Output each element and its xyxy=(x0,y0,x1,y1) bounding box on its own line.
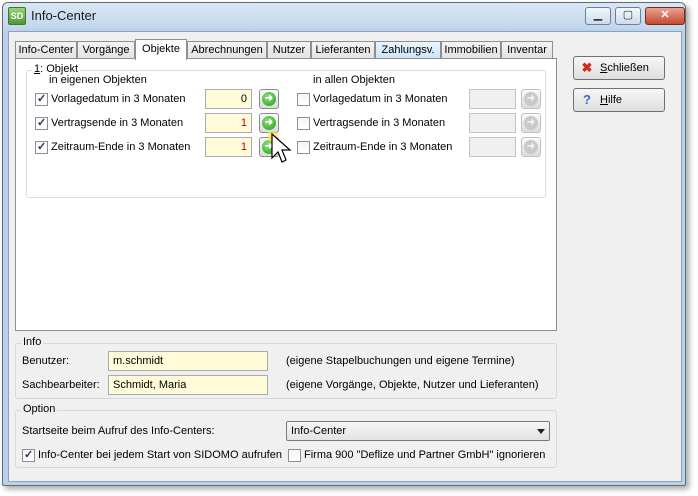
all-zeitraum-ende-go-button[interactable]: ➜ xyxy=(521,137,541,157)
own-zeitraum-ende-checkbox[interactable] xyxy=(35,140,48,154)
help-button-label: ilfe xyxy=(607,94,623,106)
all-vorlagedatum-count xyxy=(469,89,516,109)
option-group-title: Option xyxy=(21,403,58,415)
start-page-label: Startseite beim Aufruf des Info-Centers: xyxy=(22,425,215,437)
arrow-right-icon: ➜ xyxy=(524,140,538,154)
tab-nutzer[interactable]: Nutzer xyxy=(267,41,311,59)
own-vorlagedatum-count: 0 xyxy=(205,89,252,109)
chevron-down-icon xyxy=(537,429,545,434)
arrow-right-icon: ➜ xyxy=(262,92,276,106)
help-button-mnemonic: H xyxy=(600,94,608,106)
help-button[interactable]: ? Hilfe xyxy=(573,88,665,112)
all-vorlagedatum-go-button[interactable]: ➜ xyxy=(521,89,541,109)
tab-zahlungsv[interactable]: Zahlungsv. xyxy=(375,41,441,59)
close-window-button[interactable]: ✕ xyxy=(645,7,685,25)
open-each-start-label: Info-Center bei jedem Start von SIDOMO a… xyxy=(38,449,282,461)
red-x-icon: ✖ xyxy=(581,60,593,75)
clerk-note: (eigene Vorgänge, Objekte, Nutzer und Li… xyxy=(286,379,539,391)
own-vorlagedatum-go-button[interactable]: ➜ xyxy=(259,89,279,109)
own-vertragsende-checkbox[interactable] xyxy=(35,116,48,130)
all-objects-heading: in allen Objekten xyxy=(313,74,395,86)
all-vertragsende-count xyxy=(469,113,516,133)
close-button-label: chließen xyxy=(607,62,649,74)
open-each-start-checkbox[interactable] xyxy=(22,448,35,462)
maximize-icon: ▢ xyxy=(622,9,634,21)
info-center-window: SD Info-Center ▁ ▢ ✕ Info-Center Vorgäng… xyxy=(2,2,686,486)
own-objects-heading: in eigenen Objekten xyxy=(49,74,147,86)
own-vertragsende-go-button[interactable]: ➜ xyxy=(259,113,279,133)
tab-abrechnungen[interactable]: Abrechnungen xyxy=(187,41,267,59)
all-zeitraum-ende-count xyxy=(469,137,516,157)
all-vorlagedatum-checkbox[interactable] xyxy=(297,93,310,106)
question-mark-icon: ? xyxy=(583,92,591,107)
clerk-field[interactable]: Schmidt, Maria xyxy=(108,375,268,395)
ignore-company-label: Firma 900 "Deflize und Partner GmbH" ign… xyxy=(304,449,546,461)
own-vorlagedatum-label: Vorlagedatum in 3 Monaten xyxy=(51,93,186,105)
tab-objekte[interactable]: Objekte xyxy=(135,39,187,60)
tab-immobilien[interactable]: Immobilien xyxy=(441,41,501,59)
close-icon: ✕ xyxy=(660,9,670,21)
tab-lieferanten[interactable]: Lieferanten xyxy=(311,41,375,59)
own-zeitraum-ende-count: 1 xyxy=(205,137,252,157)
arrow-right-icon: ➜ xyxy=(524,92,538,106)
all-vertragsende-label: Vertragsende in 3 Monaten xyxy=(313,117,446,129)
minimize-icon: ▁ xyxy=(593,9,603,21)
maximize-button[interactable]: ▢ xyxy=(615,7,641,25)
user-label: Benutzer: xyxy=(22,355,70,367)
all-vertragsende-go-button[interactable]: ➜ xyxy=(521,113,541,133)
user-note: (eigene Stapelbuchungen und eigene Termi… xyxy=(286,355,515,367)
option-group: Option Startseite beim Aufruf des Info-C… xyxy=(15,403,557,468)
start-page-value: Info-Center xyxy=(291,425,347,437)
tab-info-center[interactable]: Info-Center xyxy=(15,41,77,59)
objekte-panel: 1: Objekt in eigenen Objekten in allen O… xyxy=(15,58,557,331)
client-area: Info-Center Vorgänge Objekte Abrechnunge… xyxy=(8,31,682,482)
arrow-right-icon: ➜ xyxy=(262,116,276,130)
tab-vorgaenge[interactable]: Vorgänge xyxy=(77,41,135,59)
own-vorlagedatum-checkbox[interactable] xyxy=(35,92,48,106)
own-vertragsende-count: 1 xyxy=(205,113,252,133)
arrow-right-icon: ➜ xyxy=(524,116,538,130)
own-vertragsende-label: Vertragsende in 3 Monaten xyxy=(51,117,184,129)
all-vorlagedatum-label: Vorlagedatum in 3 Monaten xyxy=(313,93,448,105)
start-page-select[interactable]: Info-Center xyxy=(286,421,550,441)
close-button[interactable]: ✖ Schließen xyxy=(573,56,665,80)
app-icon: SD xyxy=(8,7,26,25)
minimize-button[interactable]: ▁ xyxy=(585,7,611,25)
clerk-label: Sachbearbeiter: xyxy=(22,379,100,391)
own-zeitraum-ende-label: Zeitraum-Ende in 3 Monaten xyxy=(51,141,191,153)
mouse-cursor-icon xyxy=(268,132,292,163)
user-field[interactable]: m.schmidt xyxy=(108,351,268,371)
window-title: Info-Center xyxy=(31,8,97,23)
tab-inventar[interactable]: Inventar xyxy=(501,41,553,59)
all-zeitraum-ende-checkbox[interactable] xyxy=(297,141,310,154)
title-bar[interactable]: SD Info-Center ▁ ▢ ✕ xyxy=(3,3,685,29)
all-zeitraum-ende-label: Zeitraum-Ende in 3 Monaten xyxy=(313,141,453,153)
info-group: Info Benutzer: m.schmidt (eigene Stapelb… xyxy=(15,336,557,399)
info-group-title: Info xyxy=(21,336,44,348)
all-vertragsende-checkbox[interactable] xyxy=(297,117,310,130)
ignore-company-checkbox[interactable] xyxy=(288,449,301,462)
